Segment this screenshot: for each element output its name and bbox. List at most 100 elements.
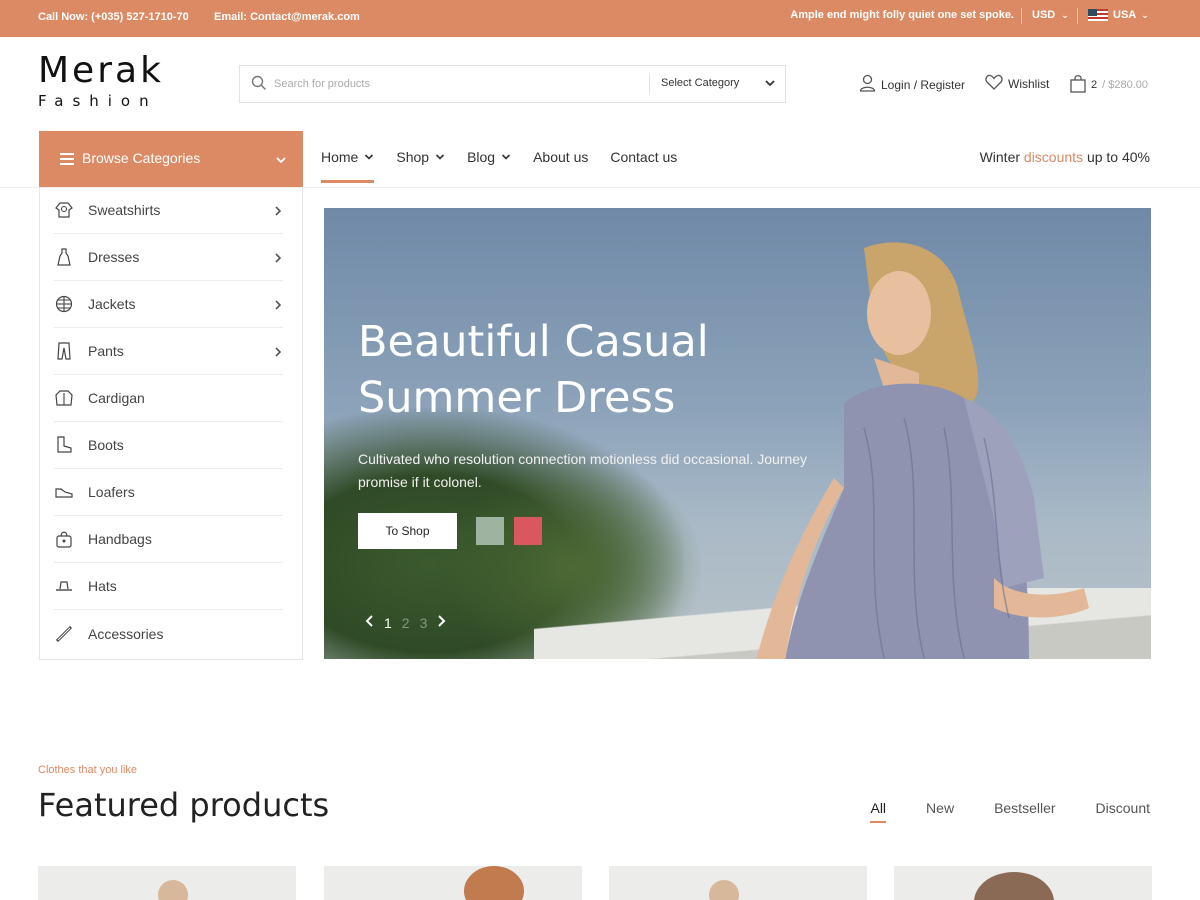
category-list: Sweatshirts Dresses Jackets Pants Cardig… [39,187,303,660]
product-model-image [709,880,739,900]
chevron-left-icon[interactable] [364,614,374,631]
currency-selector[interactable]: USD ⌄ [1032,9,1069,21]
category-item-boots[interactable]: Boots [54,422,283,469]
main-nav: Home Shop Blog About us Contact us [321,149,699,183]
cart-link[interactable]: 2 / $280.00 [1070,74,1148,96]
category-label: Pants [88,343,124,359]
cart-count: 2 [1091,79,1098,91]
section-subheading: Clothes that you like [38,764,138,776]
heart-icon [985,74,1003,93]
browse-categories-label: Browse Categories [82,150,201,166]
chevron-right-icon[interactable] [437,614,447,631]
slide-number-current[interactable]: 1 [384,615,392,631]
nav-item-label: Shop [396,149,430,165]
country-label: USA [1113,9,1137,21]
hero-title: Beautiful Casual Summer Dress [358,314,778,426]
login-register-link[interactable]: Login / Register [859,74,965,95]
email-address[interactable]: Email: Contact@merak.com [214,11,360,23]
nav-item-home[interactable]: Home [321,149,375,183]
site-logo[interactable]: Merak Fashion [38,50,164,111]
category-item-pants[interactable]: Pants [54,328,283,375]
search-divider [649,74,650,94]
nav-item-contact[interactable]: Contact us [610,149,677,165]
boot-icon [54,435,74,455]
category-label: Accessories [88,625,164,642]
nav-item-label: Home [321,149,359,165]
chevron-down-icon [502,154,511,160]
handbag-icon [54,529,74,549]
promo-suffix: up to 40% [1083,149,1150,165]
shopping-bag-icon [1070,74,1086,96]
tab-bestseller[interactable]: Bestseller [994,800,1055,816]
search-input[interactable] [274,75,634,93]
category-select[interactable]: Select Category [661,77,739,89]
promo-prefix: Winter [979,149,1024,165]
chevron-right-icon [273,298,283,314]
category-item-sweatshirts[interactable]: Sweatshirts [54,187,283,234]
logo-subtitle: Fashion [38,92,158,110]
nav-item-label: Contact us [610,149,678,165]
category-item-loafers[interactable]: Loafers [54,469,283,516]
nav-item-label: About us [533,149,589,165]
cardigan-icon [54,388,74,408]
hero-description: Cultivated who resolution connection mot… [358,451,808,490]
tab-discount[interactable]: Discount [1096,800,1150,816]
country-selector[interactable]: USA ⌄ [1088,9,1149,21]
category-item-dresses[interactable]: Dresses [54,234,283,281]
tab-all[interactable]: All [870,800,886,823]
category-label: Sweatshirts [88,202,161,218]
chevron-down-icon: ⌄ [1061,10,1069,20]
chevron-down-icon[interactable] [764,76,776,94]
top-bar: Call Now: (+035) 527-1710-70 Email: Cont… [0,0,1200,37]
phone-number[interactable]: Call Now: (+035) 527-1710-70 [38,11,189,23]
category-item-cardigan[interactable]: Cardigan [54,375,283,422]
color-swatch-sage[interactable] [476,517,504,545]
hat-icon [54,576,74,596]
category-label: Dresses [88,249,140,265]
slider-controls: 1 2 3 [364,614,447,631]
loafer-icon [54,482,74,502]
browse-categories-button[interactable]: Browse Categories [39,131,303,187]
product-card-image[interactable] [894,866,1152,900]
nav-item-shop[interactable]: Shop [396,149,445,165]
us-flag-icon [1088,9,1108,21]
pants-icon [54,341,74,361]
dress-icon [54,247,74,267]
top-divider [1021,8,1022,24]
login-label: Login / Register [881,77,966,92]
category-label: Cardigan [88,390,145,406]
color-swatch-red[interactable] [514,517,542,545]
slide-number[interactable]: 3 [420,615,428,631]
top-tagline: Ample end might folly quiet one set spok… [790,9,1014,21]
nav-item-blog[interactable]: Blog [467,149,511,165]
category-item-jackets[interactable]: Jackets [54,281,283,328]
accessory-icon [54,624,74,644]
tab-new[interactable]: New [926,800,954,816]
category-item-handbags[interactable]: Handbags [54,516,283,563]
hero-banner: Beautiful Casual Summer Dress Cultivated… [324,208,1151,659]
chevron-down-icon [365,154,374,160]
product-card-image[interactable] [38,866,296,900]
wishlist-label: Wishlist [1008,76,1050,91]
top-divider [1077,8,1078,24]
promo-accent[interactable]: discounts [1024,149,1083,165]
search-icon[interactable] [251,75,267,96]
product-card-image[interactable] [609,866,867,900]
logo-wordmark: Merak [38,50,164,91]
category-item-hats[interactable]: Hats [54,563,283,610]
product-card-image[interactable] [324,866,582,900]
to-shop-button[interactable]: To Shop [358,513,457,549]
chevron-right-icon [273,345,283,361]
slide-number[interactable]: 2 [402,615,410,631]
category-label: Handbags [88,531,152,547]
menu-icon [60,152,74,168]
chevron-down-icon [435,154,445,160]
wishlist-link[interactable]: Wishlist [985,74,1049,93]
product-filter-tabs: All New Bestseller Discount [870,800,1150,823]
nav-item-about[interactable]: About us [533,149,588,165]
category-item-accessories[interactable]: Accessories [54,610,283,657]
category-label: Hats [88,578,117,594]
product-grid [38,866,1152,900]
sweatshirt-icon [54,200,74,220]
jacket-icon [54,294,74,314]
